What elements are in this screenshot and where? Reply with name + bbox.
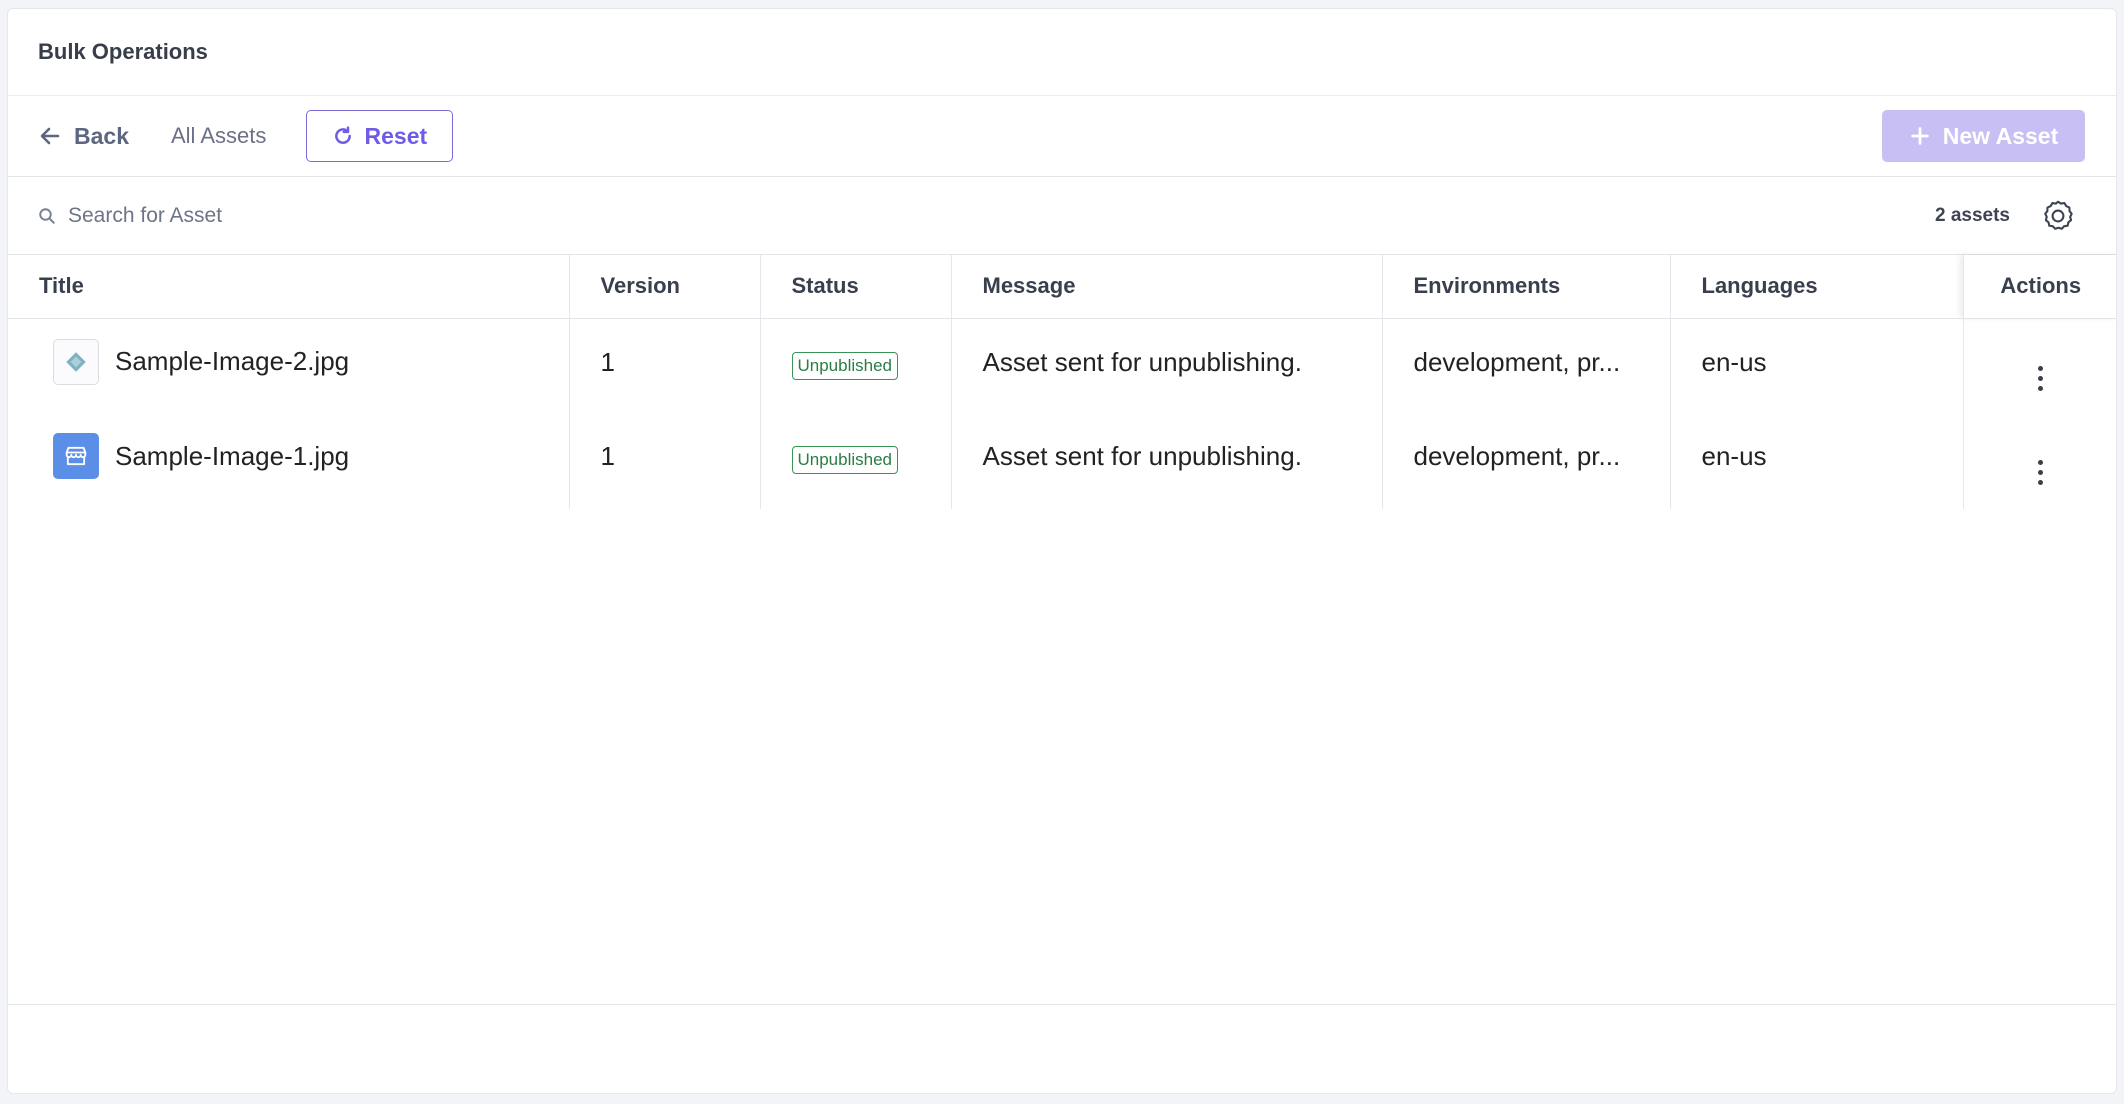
search-bar: 2 assets (8, 177, 2116, 255)
message-cell: Asset sent for unpublishing. (951, 413, 1383, 509)
column-header-languages[interactable]: Languages (1670, 255, 1964, 319)
new-asset-button[interactable]: New Asset (1882, 110, 2085, 162)
more-options-icon[interactable] (2038, 460, 2044, 485)
status-badge: Unpublished (791, 351, 899, 380)
column-header-environments[interactable]: Environments (1382, 255, 1671, 319)
plus-icon (1911, 127, 1929, 145)
version-cell: 1 (569, 413, 761, 509)
search-icon (39, 207, 55, 224)
languages-cell: en-us (1670, 413, 1964, 509)
search-input[interactable] (68, 203, 1935, 228)
back-label: Back (74, 122, 129, 149)
more-options-icon[interactable] (2038, 365, 2044, 391)
status-cell: Unpublished (760, 318, 952, 413)
asset-title[interactable]: Sample-Image-1.jpg (115, 441, 349, 472)
status-cell: Unpublished (760, 413, 952, 509)
title-cell: Sample-Image-2.jpg (8, 318, 570, 413)
languages-cell: en-us (1670, 318, 1964, 413)
actions-cell (1963, 413, 2116, 509)
asset-title[interactable]: Sample-Image-2.jpg (115, 346, 349, 377)
environments-cell: development, pr... (1382, 318, 1671, 413)
new-asset-label: New Asset (1942, 122, 2059, 149)
version-cell: 1 (569, 318, 761, 413)
back-button[interactable]: Back (38, 123, 129, 150)
breadcrumb-all-assets[interactable]: All Assets (171, 123, 266, 149)
reset-button[interactable]: Reset (306, 110, 454, 162)
table-row[interactable]: Sample-Image-2.jpg 1 Unpublished Asset s… (8, 318, 2116, 413)
image-placeholder-icon (66, 351, 86, 372)
toolbar: Back All Assets Reset New Asset (8, 96, 2116, 177)
environments-cell: development, pr... (1382, 413, 1671, 509)
table-footer-divider (8, 1004, 2116, 1005)
status-badge: Unpublished (791, 446, 899, 474)
bulk-operations-panel: Bulk Operations Back All Assets Reset Ne… (7, 8, 2117, 1094)
assets-table: Title Version Status Message Environment… (8, 255, 2116, 509)
table-row[interactable]: Sample-Image-1.jpg 1 Unpublished Asset s… (8, 413, 2116, 509)
asset-count: 2 assets (1934, 204, 2010, 226)
image-thumbnail (53, 338, 99, 385)
actions-cell (1963, 318, 2116, 413)
title-cell: Sample-Image-1.jpg (8, 413, 570, 509)
arrow-left-icon (40, 127, 60, 145)
column-header-status[interactable]: Status (760, 255, 952, 319)
store-icon (65, 446, 87, 466)
column-header-message[interactable]: Message (951, 255, 1383, 319)
page-title: Bulk Operations (38, 39, 208, 64)
table-header-row: Title Version Status Message Environment… (8, 255, 2116, 319)
message-cell: Asset sent for unpublishing. (951, 318, 1383, 413)
reset-label: Reset (364, 122, 428, 149)
column-header-version[interactable]: Version (569, 255, 761, 319)
refresh-icon (334, 126, 351, 144)
column-header-actions: Actions (1963, 255, 2116, 319)
column-header-title[interactable]: Title (8, 255, 570, 319)
image-thumbnail (53, 433, 99, 479)
page-header: Bulk Operations (8, 9, 2116, 96)
gear-icon[interactable] (2040, 198, 2076, 234)
